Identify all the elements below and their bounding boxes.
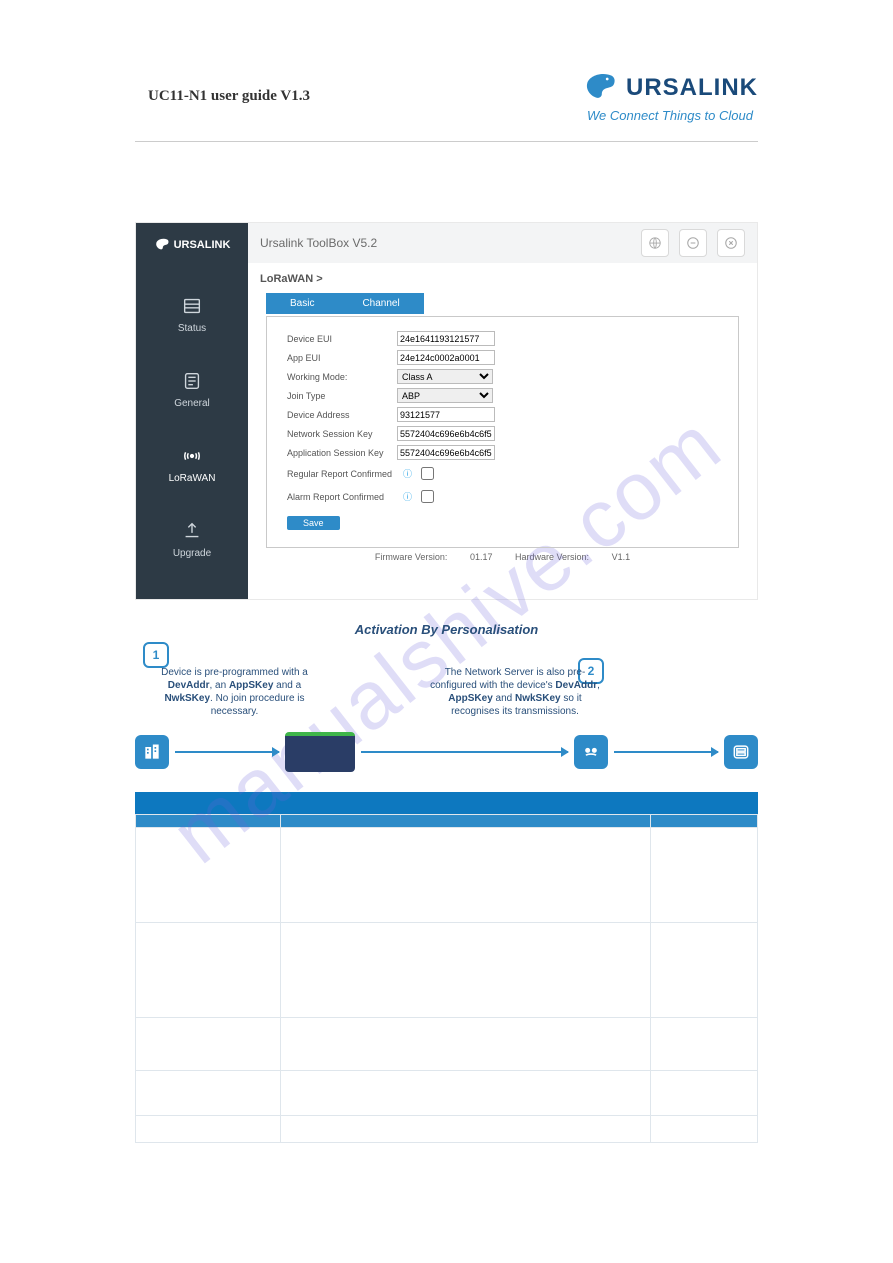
join-type-select[interactable]: ABP <box>397 388 493 403</box>
header-rule <box>135 141 758 142</box>
nwk-skey-field[interactable] <box>397 426 495 441</box>
table-row <box>136 828 758 923</box>
th-item <box>136 815 281 828</box>
table-header-row <box>136 815 758 828</box>
sidebar-item-lorawan[interactable]: LoRaWAN <box>169 445 216 484</box>
params-table <box>135 814 758 1143</box>
table-row <box>136 1071 758 1116</box>
server-icon <box>724 735 758 769</box>
app-skey-label: Application Session Key <box>287 448 397 458</box>
diagram-caption-right: The Network Server is also pre-configure… <box>425 666 605 718</box>
help-icon[interactable]: ⓘ <box>403 490 412 503</box>
tabs: Basic Channel <box>266 293 757 314</box>
sidebar: URSALINK Status General LoRaWAN Upgrade <box>136 223 248 599</box>
lorawan-icon <box>181 445 203 467</box>
sidebar-item-general[interactable]: General <box>174 370 210 409</box>
working-mode-label: Working Mode: <box>287 372 397 382</box>
join-type-label: Join Type <box>287 391 397 401</box>
arrow-icon <box>175 751 279 753</box>
table-header-bar <box>135 792 758 814</box>
sidebar-item-label: General <box>174 398 210 409</box>
app-eui-field[interactable] <box>397 350 495 365</box>
hw-label: Hardware Version: <box>515 552 589 562</box>
table-row <box>136 1018 758 1071</box>
status-icon <box>181 295 203 317</box>
tab-basic[interactable]: Basic <box>266 293 338 314</box>
topbar: Ursalink ToolBox V5.2 <box>248 223 757 263</box>
close-icon[interactable] <box>717 229 745 257</box>
device-eui-field[interactable] <box>397 331 495 346</box>
table-row <box>136 923 758 1018</box>
hw-value: V1.1 <box>612 552 631 562</box>
reg-confirm-label: Regular Report Confirmed <box>287 469 397 479</box>
abp-diagram: Activation By Personalisation 1 2 Device… <box>135 622 758 772</box>
th-default <box>651 815 758 828</box>
device-eui-label: Device EUI <box>287 334 397 344</box>
breadcrumb: LoRaWAN > <box>248 263 757 293</box>
arrow-icon <box>361 751 569 753</box>
tab-channel[interactable]: Channel <box>338 293 423 314</box>
minimize-icon[interactable] <box>679 229 707 257</box>
brand-tagline: We Connect Things to Cloud <box>582 108 758 123</box>
fw-label: Firmware Version: <box>375 552 448 562</box>
toolbox-app: URSALINK Status General LoRaWAN Upgrade … <box>135 222 758 600</box>
device-address-field[interactable] <box>397 407 495 422</box>
step-number-1: 1 <box>143 642 169 668</box>
table-row <box>136 1116 758 1143</box>
arrow-icon <box>614 751 718 753</box>
reg-confirm-checkbox[interactable] <box>421 467 434 480</box>
device-address-label: Device Address <box>287 410 397 420</box>
th-desc <box>281 815 651 828</box>
app-eui-label: App EUI <box>287 353 397 363</box>
help-icon[interactable]: ⓘ <box>403 467 412 480</box>
brand-block: URSALINK We Connect Things to Cloud <box>582 70 758 123</box>
sidebar-item-upgrade[interactable]: Upgrade <box>173 520 211 559</box>
doc-header: UC11-N1 user guide V1.3 URSALINK We Conn… <box>0 0 893 123</box>
general-icon <box>181 370 203 392</box>
nwk-skey-label: Network Session Key <box>287 429 397 439</box>
doc-title: UC11-N1 user guide V1.3 <box>148 88 310 105</box>
params-table-wrap <box>135 792 758 1143</box>
diagram-title: Activation By Personalisation <box>135 622 758 637</box>
gateway-icon <box>574 735 608 769</box>
brand-name: URSALINK <box>626 74 758 102</box>
sidebar-item-label: Status <box>178 323 206 334</box>
building-icon <box>135 735 169 769</box>
sidebar-brand: URSALINK <box>154 237 231 253</box>
fw-value: 01.17 <box>470 552 493 562</box>
sidebar-brand-text: URSALINK <box>174 239 231 251</box>
version-footer: Firmware Version: 01.17 Hardware Version… <box>248 548 757 568</box>
device-icon <box>285 732 355 772</box>
globe-icon[interactable] <box>641 229 669 257</box>
upgrade-icon <box>181 520 203 542</box>
app-main: Ursalink ToolBox V5.2 LoRaWAN > Basic Ch… <box>248 223 757 599</box>
alarm-confirm-checkbox[interactable] <box>421 490 434 503</box>
save-button[interactable]: Save <box>287 516 340 530</box>
sidebar-item-label: Upgrade <box>173 548 211 559</box>
diagram-caption-left: Device is pre-programmed with a DevAddr,… <box>147 666 322 718</box>
bear-logo-icon <box>582 70 618 106</box>
alarm-confirm-label: Alarm Report Confirmed <box>287 492 397 502</box>
topbar-title: Ursalink ToolBox V5.2 <box>260 236 377 250</box>
sidebar-item-status[interactable]: Status <box>178 295 206 334</box>
app-skey-field[interactable] <box>397 445 495 460</box>
sidebar-item-label: LoRaWAN <box>169 473 216 484</box>
form-panel: Device EUI App EUI Working Mode:Class A … <box>266 316 739 548</box>
working-mode-select[interactable]: Class A <box>397 369 493 384</box>
